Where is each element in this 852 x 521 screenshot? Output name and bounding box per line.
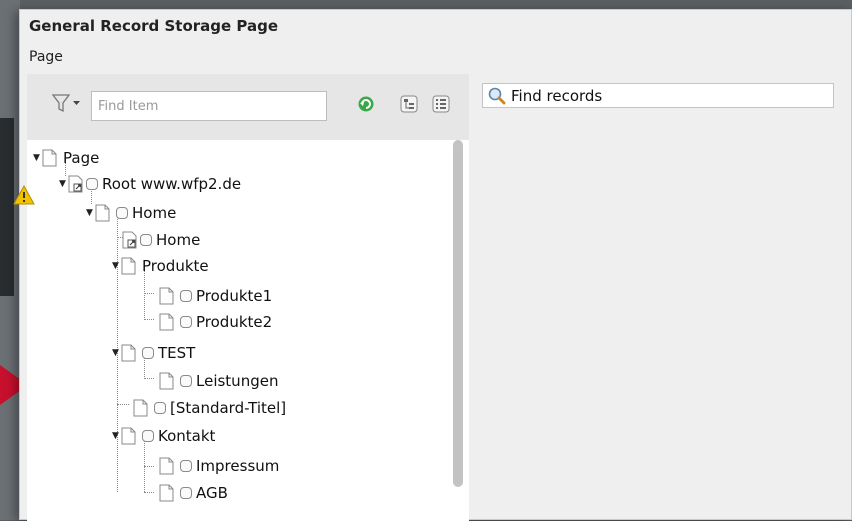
page-tree: ▼ Page ▼ Root www.wfp2.de ▼ Home Home ▼ … [27,140,469,521]
tree-scrollbar[interactable] [453,140,463,487]
tree-node[interactable]: AGB [159,481,228,505]
tree-node[interactable]: [Standard-Titel] [133,396,286,420]
page-icon [42,149,57,167]
page-icon [121,427,136,445]
expand-toggle-icon[interactable]: ▼ [110,261,121,271]
tree-node[interactable]: ▼ TEST [110,341,195,365]
tree-connector [144,319,154,320]
tree-toolbar [27,74,469,134]
page-shortcut-icon [122,231,137,249]
tree-node-checkbox[interactable] [116,207,128,219]
page-icon [121,257,136,275]
tree-node-checkbox[interactable] [180,316,192,328]
magnifier-icon [488,87,506,104]
tree-node[interactable]: Impressum [159,454,279,478]
tree-node-checkbox[interactable] [140,234,152,246]
tree-node-checkbox[interactable] [180,460,192,472]
list-view-icon[interactable] [432,95,450,113]
tree-node[interactable]: ▼ Root www.wfp2.de [57,172,241,196]
page-tree-panel: ▼ Page ▼ Root www.wfp2.de ▼ Home Home [27,74,469,521]
tree-node-label: Home [132,204,177,222]
page-title: General Record Storage Page [29,17,279,35]
tree-node[interactable]: Home [122,228,200,252]
expand-toggle-icon[interactable]: ▼ [110,431,121,441]
tree-node-checkbox[interactable] [180,375,192,387]
find-records-label: Find records [511,86,603,105]
page-icon [159,372,174,390]
tree-node-checkbox[interactable] [154,402,166,414]
expand-toggle-icon[interactable]: ▼ [57,179,68,189]
tree-node[interactable]: ▼ Kontakt [110,424,215,448]
tree-node-label: Kontakt [158,427,216,445]
tree-node-label: AGB [196,484,228,502]
warning-icon [13,185,35,205]
collapse-all-icon[interactable] [400,95,418,113]
page-icon [159,287,174,305]
tree-node[interactable]: ▼ Produkte [110,254,209,278]
tree-node[interactable]: Produkte2 [159,310,272,334]
backdrop-dark-panel [0,118,14,296]
page-subtitle: Page [29,49,63,65]
tree-connector [117,404,129,405]
page-icon [159,484,174,502]
tree-node-label: Produkte [142,257,209,275]
tree-node-label: [Standard-Titel] [170,399,287,417]
tree-node-label: Produkte2 [196,313,273,331]
find-records-button[interactable]: Find records [482,83,834,108]
tree-connector [144,492,154,493]
tree-connector [144,378,154,379]
page-icon [95,204,110,222]
page-icon [159,457,174,475]
tree-node-label: Page [63,149,100,167]
tree-node-checkbox[interactable] [180,487,192,499]
tree-node[interactable]: Leistungen [159,369,278,393]
record-storage-panel: General Record Storage Page Page Find It… [19,9,852,521]
tree-node-checkbox[interactable] [86,178,98,190]
tree-node-checkbox[interactable] [142,347,154,359]
tree-node-label: Home [156,231,201,249]
tree-node-label: Root www.wfp2.de [102,175,242,193]
page-icon [159,313,174,331]
tree-node-label: Leistungen [196,372,279,390]
tree-node[interactable]: Produkte1 [159,284,272,308]
tree-node-label: TEST [158,344,196,362]
filter-icon[interactable] [51,92,81,114]
tree-connector [144,466,154,467]
tree-node[interactable]: ▼ Home [84,201,176,225]
expand-toggle-icon[interactable]: ▼ [31,153,42,163]
page-icon [121,344,136,362]
expand-toggle-icon[interactable]: ▼ [84,208,95,218]
page-shortcut-icon [68,175,83,193]
tree-node-label: Impressum [196,457,280,475]
expand-toggle-icon[interactable]: ▼ [110,348,121,358]
find-item-input[interactable] [91,91,327,121]
page-icon [133,399,148,417]
tree-node[interactable]: ▼ Page [31,146,99,170]
refresh-icon[interactable] [357,95,375,113]
tree-connector [144,293,154,294]
tree-node-checkbox[interactable] [142,430,154,442]
tree-node-checkbox[interactable] [180,290,192,302]
tree-node-label: Produkte1 [196,287,273,305]
